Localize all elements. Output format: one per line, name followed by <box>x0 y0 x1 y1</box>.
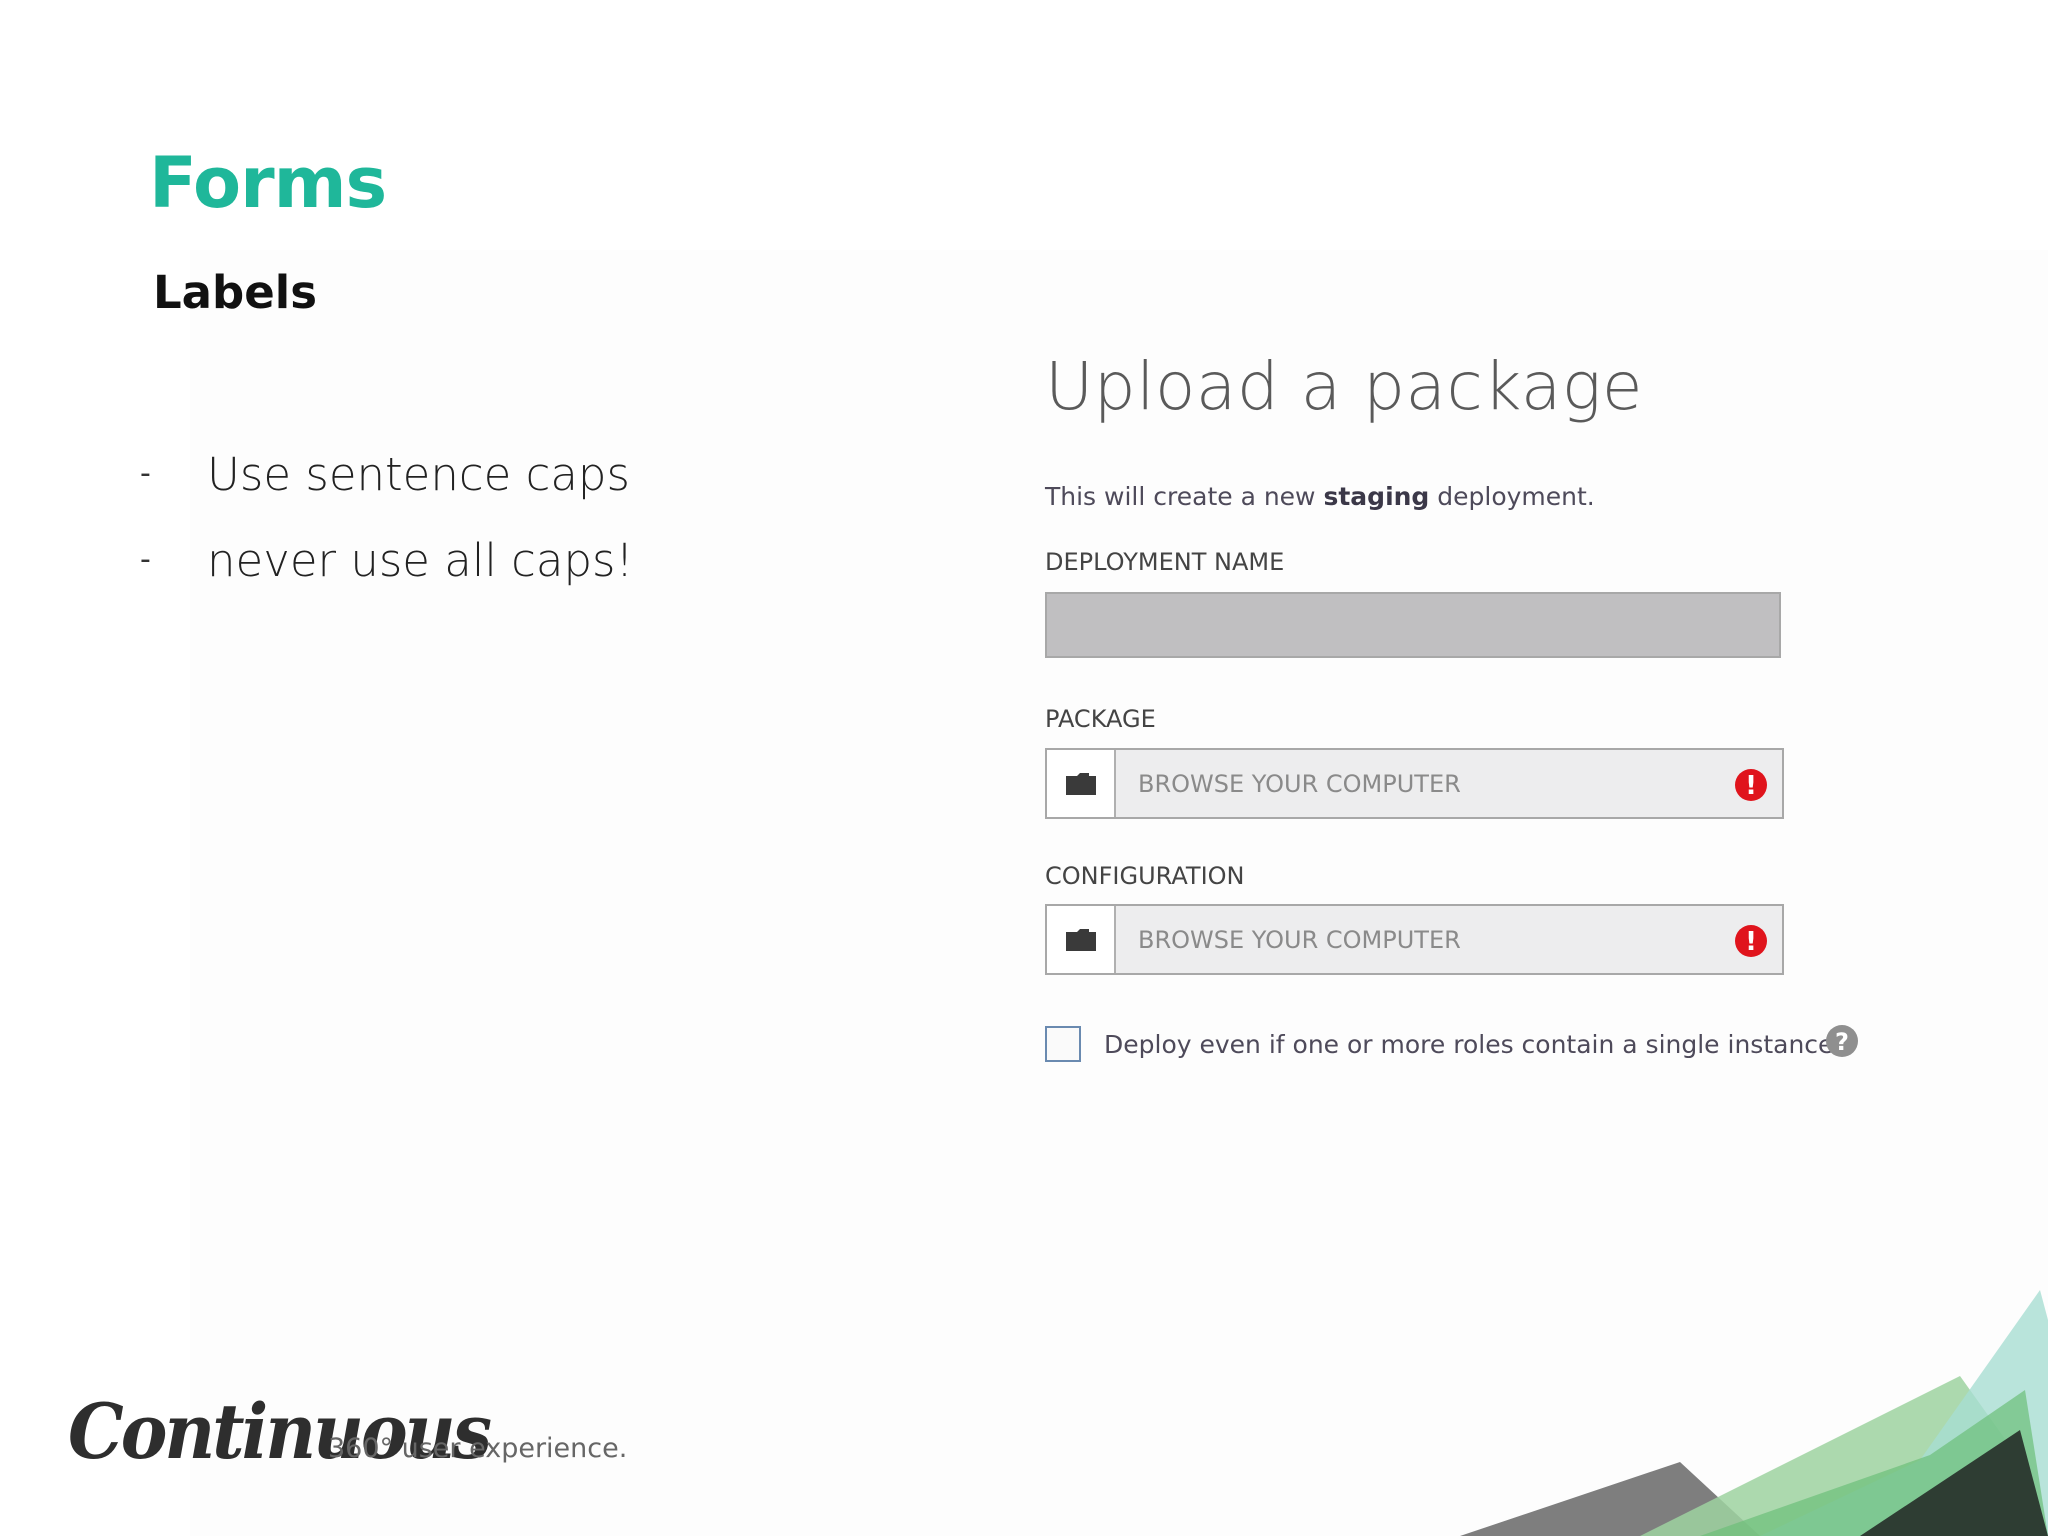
single-instance-checkbox[interactable] <box>1045 1026 1081 1062</box>
error-icon: ! <box>1735 925 1767 957</box>
bullet-text: Use sentence caps <box>207 448 630 501</box>
intro-text-before: This will create a new <box>1045 482 1324 511</box>
folder-icon <box>1066 929 1096 951</box>
configuration-file-input[interactable]: BROWSE YOUR COMPUTER ! <box>1045 904 1784 975</box>
help-icon[interactable]: ? <box>1825 1024 1859 1058</box>
package-browse-button[interactable] <box>1047 750 1116 817</box>
error-icon: ! <box>1735 769 1767 801</box>
bullet-dash: - <box>140 542 151 577</box>
error-mark: ! <box>1745 771 1757 801</box>
footer-tagline: 360° user experience. <box>328 1433 628 1464</box>
decorative-mountains <box>1460 1290 2048 1536</box>
package-file-input[interactable]: BROWSE YOUR COMPUTER ! <box>1045 748 1784 819</box>
configuration-label: CONFIGURATION <box>1045 862 1245 890</box>
deployment-name-input[interactable] <box>1045 592 1781 658</box>
single-instance-checkbox-label[interactable]: Deploy even if one or more roles contain… <box>1104 1030 1833 1059</box>
configuration-placeholder: BROWSE YOUR COMPUTER <box>1138 926 1461 954</box>
bullet-dash: - <box>140 456 151 491</box>
configuration-browse-button[interactable] <box>1047 906 1116 973</box>
deployment-name-label: DEPLOYMENT NAME <box>1045 548 1285 576</box>
help-mark: ? <box>1835 1028 1849 1056</box>
error-mark: ! <box>1745 927 1757 957</box>
package-label: PACKAGE <box>1045 705 1156 733</box>
bullet-text: never use all caps! <box>207 534 634 587</box>
slide-title: Forms <box>149 142 387 224</box>
folder-icon <box>1066 773 1096 795</box>
intro-text-bold: staging <box>1323 482 1430 511</box>
package-placeholder: BROWSE YOUR COMPUTER <box>1138 770 1461 798</box>
form-title: Upload a package <box>1045 348 1644 425</box>
form-intro-text: This will create a new staging deploymen… <box>1045 482 1595 511</box>
intro-text-after: deployment. <box>1429 482 1595 511</box>
slide-subtitle: Labels <box>153 266 317 319</box>
